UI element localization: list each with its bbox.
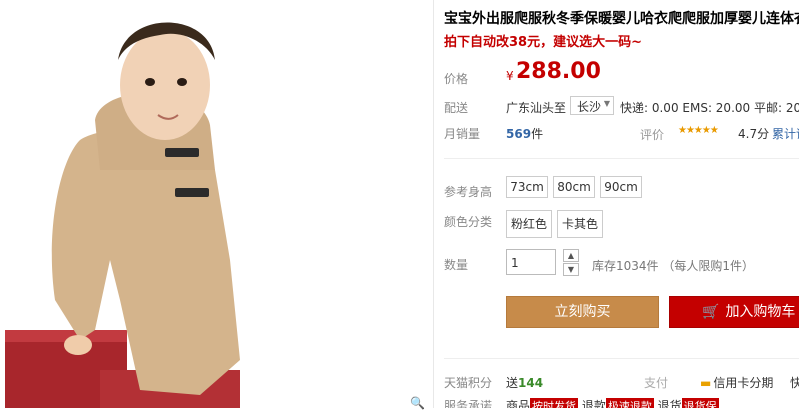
add-to-cart-button[interactable]: 🛒 加入购物车 xyxy=(669,296,799,328)
size-option-73[interactable]: 73cm xyxy=(506,176,548,198)
zoom-icon[interactable]: 🔍 xyxy=(410,396,425,410)
price-label: 价格 xyxy=(444,72,469,86)
divider xyxy=(444,158,799,159)
size-option-80[interactable]: 80cm xyxy=(553,176,595,198)
cart-icon: 🛒 xyxy=(702,304,720,320)
color-option-khaki[interactable]: 卡其色 xyxy=(557,210,603,238)
chevron-down-icon: ▼ xyxy=(603,99,610,108)
service-text-3: 退货 xyxy=(653,399,682,408)
color-label: 颜色分类 xyxy=(444,215,493,229)
rating-label: 评价 xyxy=(640,128,665,142)
currency-symbol: ¥ xyxy=(506,69,514,83)
rating-score: 4.7分 xyxy=(738,127,770,141)
credit-card-icon: ▬ xyxy=(700,376,712,390)
product-photo-illustration xyxy=(5,22,240,408)
service-tag-return[interactable]: 退货保 xyxy=(681,398,719,408)
size-label: 参考身高 xyxy=(444,185,493,199)
points-value: 144 xyxy=(518,376,544,390)
quantity-label: 数量 xyxy=(444,258,469,272)
points-value-wrap: 送144 xyxy=(506,374,543,391)
divider xyxy=(433,0,434,408)
service-tag-ontime[interactable]: 按时发货 xyxy=(530,398,579,408)
chevron-up-icon: ▲ xyxy=(567,251,575,260)
shipping-label: 配送 xyxy=(444,101,469,115)
size-option-90[interactable]: 90cm xyxy=(600,176,642,198)
price-value: 288.00 xyxy=(516,59,601,84)
add-to-cart-label: 加入购物车 xyxy=(725,304,796,320)
reviews-link[interactable]: 累计评价 xyxy=(772,125,799,142)
color-option-pink[interactable]: 粉红色 xyxy=(506,210,552,238)
payment-label: 支付 xyxy=(644,376,669,390)
quick-pay-text: 快 xyxy=(790,376,799,390)
rating-stars: ★★★★★ xyxy=(678,125,719,136)
destination-select[interactable]: 长沙 ▼ xyxy=(570,96,614,115)
service-label: 服务承诺 xyxy=(444,399,493,408)
destination-value: 长沙 xyxy=(577,100,602,114)
service-promises: 商品 按时发货 退款 极速退款 退货 退货保 xyxy=(506,397,719,408)
chevron-down-icon: ▼ xyxy=(567,265,575,274)
service-text-1: 商品 xyxy=(506,399,531,408)
promo-text: 拍下自动改38元，建议选大一码~ xyxy=(444,35,642,50)
product-title: 宝宝外出服爬服秋冬季保暖婴儿哈衣爬爬服加厚婴儿连体衣 xyxy=(444,11,799,27)
service-tag-refund[interactable]: 极速退款 xyxy=(605,398,654,408)
service-text-2: 退款 xyxy=(578,399,606,408)
product-info-panel: 宝宝外出服爬服秋冬季保暖婴儿哈衣爬爬服加厚婴儿连体衣 拍下自动改38元，建议选大… xyxy=(444,0,799,408)
points-label: 天猫积分 xyxy=(444,376,493,390)
stock-text: 库存1034件 （每人限购1件） xyxy=(592,259,754,273)
sales-count-wrap: 569件 xyxy=(506,125,543,142)
sales-unit: 件 xyxy=(531,127,544,141)
quantity-input[interactable]: 1 xyxy=(506,249,556,275)
price-box: 价格 ¥ 288.00 配送 广东汕头 至 长沙 ▼ 快递: 0.00 EMS:… xyxy=(444,55,799,158)
credit-installment[interactable]: ▬ 信用卡分期 xyxy=(700,374,773,391)
shipping-from: 广东汕头 xyxy=(506,101,555,115)
shipping-fees: 快递: 0.00 EMS: 20.00 平邮: 20.00 xyxy=(620,101,799,115)
points-prefix: 送 xyxy=(506,376,519,390)
quantity-increase-button[interactable]: ▲ xyxy=(563,249,579,262)
sales-label: 月销量 xyxy=(444,127,481,141)
shipping-to-text: 至 xyxy=(554,101,567,115)
divider xyxy=(444,358,799,359)
buy-now-button[interactable]: 立刻购买 xyxy=(506,296,659,328)
quantity-decrease-button[interactable]: ▼ xyxy=(563,263,579,276)
product-image[interactable] xyxy=(0,0,430,408)
credit-installment-label: 信用卡分期 xyxy=(713,376,774,390)
sales-count: 569 xyxy=(506,127,532,141)
